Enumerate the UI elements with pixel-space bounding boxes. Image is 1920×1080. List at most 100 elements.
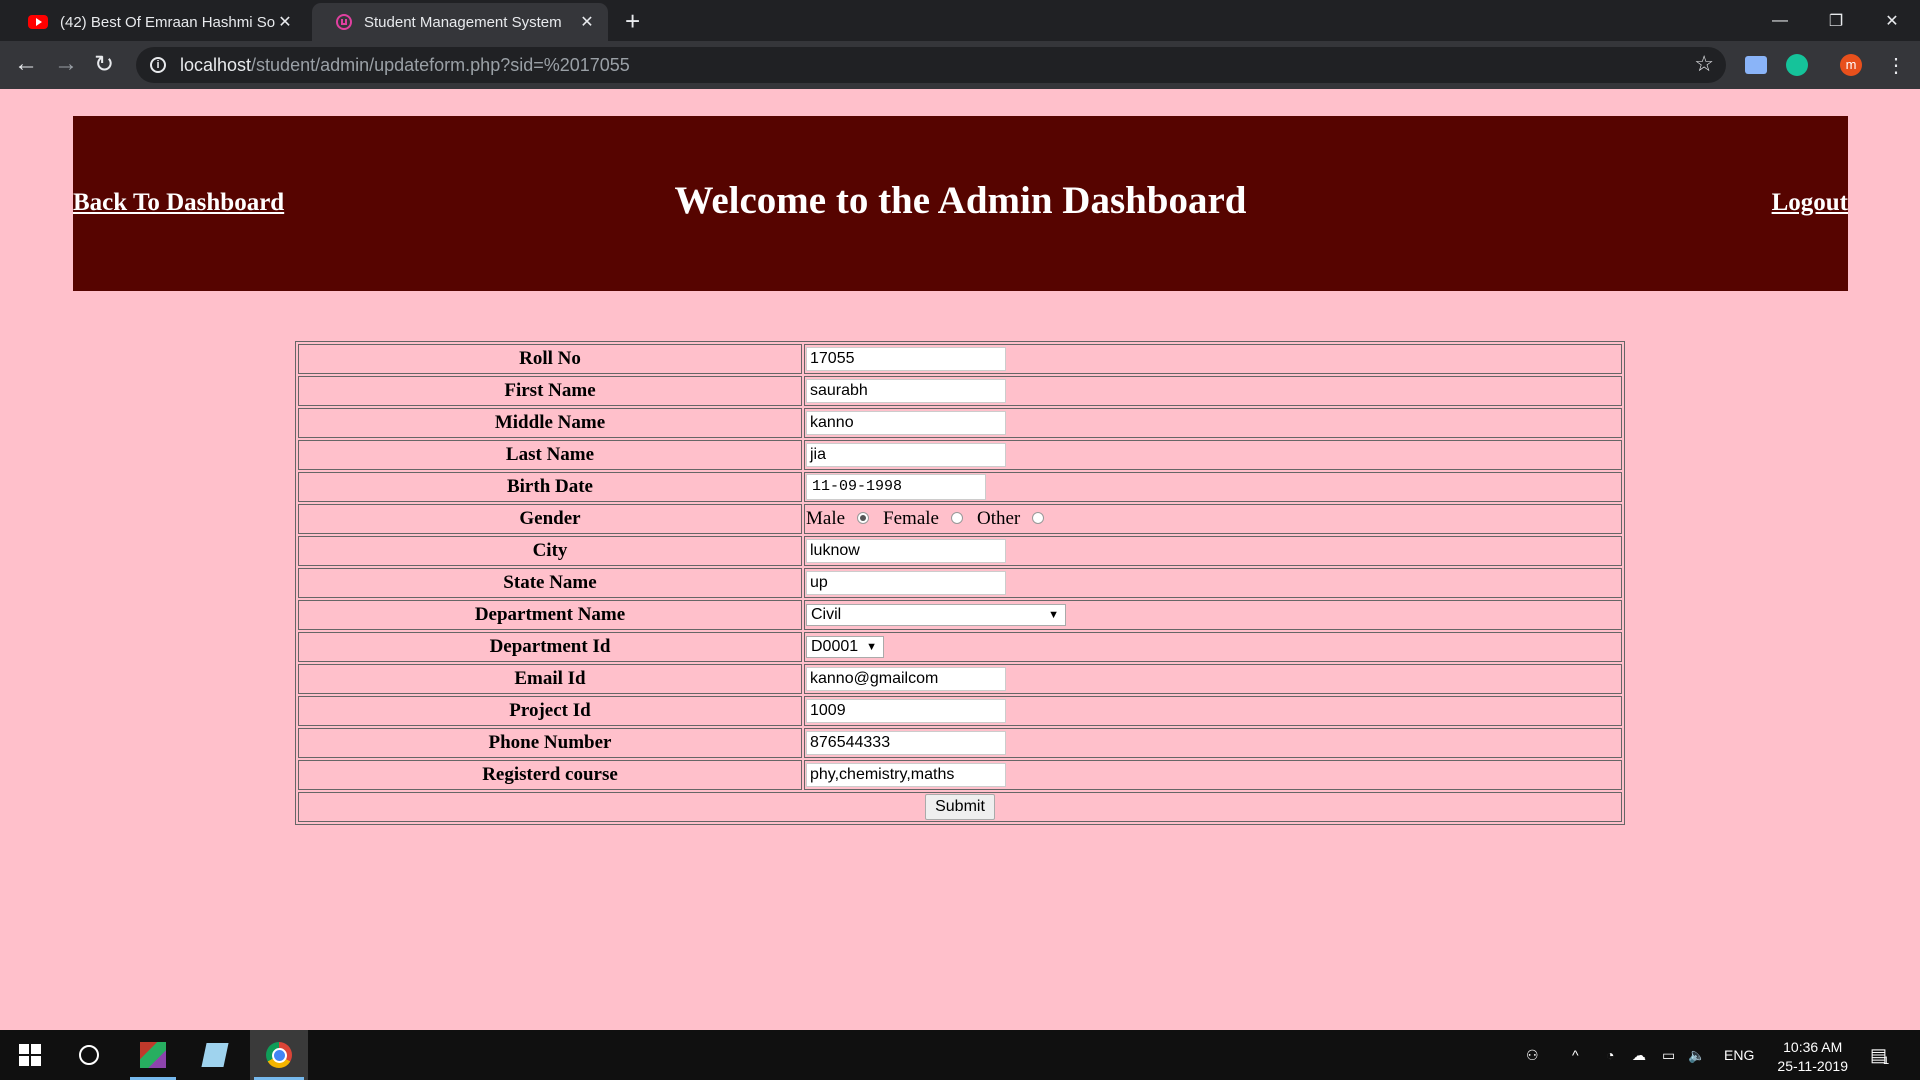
registered-course-label: Registerd course [298, 760, 802, 790]
close-icon[interactable]: ✕ [578, 12, 596, 32]
state-name-label: State Name [298, 568, 802, 598]
sms-favicon-icon [336, 14, 352, 30]
gender-female-radio[interactable] [950, 512, 963, 524]
form-row-roll-no: Roll No 17055 [298, 344, 1622, 374]
email-id-input[interactable]: kanno@gmailcom [806, 667, 1006, 691]
chevron-down-icon: ▼ [1048, 609, 1059, 621]
birth-date-label: Birth Date [298, 472, 802, 502]
network-icon[interactable]: ◔ [1606, 1030, 1614, 1080]
start-button[interactable] [0, 1030, 60, 1080]
taskbar-app-chrome[interactable] [250, 1030, 308, 1080]
roll-no-input[interactable]: 17055 [806, 347, 1006, 371]
chevron-up-icon[interactable]: ^ [1572, 1030, 1579, 1080]
form-row-department-id: Department Id D0001 ▼ [298, 632, 1622, 662]
department-id-select[interactable]: D0001 ▼ [806, 636, 884, 658]
search-icon [79, 1045, 99, 1065]
windows-taskbar: ⚇ ^ ◔ ☁ ▭ 🔈 ENG 10:36 AM 25-11-2019 ▤ 1 [0, 1030, 1920, 1080]
form-row-last-name: Last Name jia [298, 440, 1622, 470]
department-name-select[interactable]: Civil ▼ [806, 604, 1066, 626]
reload-icon[interactable]: ↻ [94, 50, 114, 79]
close-window-icon[interactable]: ✕ [1864, 0, 1920, 41]
tab-title: Student Management System [364, 13, 562, 31]
last-name-label: Last Name [298, 440, 802, 470]
profile-avatar-icon[interactable]: m [1840, 54, 1862, 76]
volume-icon[interactable]: 🔈 [1688, 1030, 1705, 1080]
clock-date: 25-11-2019 [1777, 1058, 1848, 1074]
youtube-icon [28, 15, 48, 29]
form-row-email-id: Email Id kanno@gmailcom [298, 664, 1622, 694]
tab-title: (42) Best Of Emraan Hashmi Songs [60, 13, 276, 31]
project-id-label: Project Id [298, 696, 802, 726]
gender-male-radio[interactable] [857, 512, 870, 524]
phone-number-label: Phone Number [298, 728, 802, 758]
search-button[interactable] [60, 1030, 118, 1080]
notepad-icon [201, 1043, 229, 1067]
form-row-state-name: State Name up [298, 568, 1622, 598]
extension-icon[interactable] [1745, 56, 1767, 74]
gender-label: Gender [298, 504, 802, 534]
taskbar-app-notepad[interactable] [188, 1030, 242, 1080]
registered-course-input[interactable]: phy,chemistry,maths [806, 763, 1006, 787]
restore-icon[interactable]: ❐ [1808, 0, 1864, 41]
phone-number-input[interactable]: 876544333 [806, 731, 1006, 755]
last-name-input[interactable]: jia [806, 443, 1006, 467]
onedrive-icon[interactable]: ☁ [1632, 1030, 1646, 1080]
project-id-input[interactable]: 1009 [806, 699, 1006, 723]
birth-date-input[interactable]: 11-09-1998 [806, 474, 986, 500]
back-arrow-icon[interactable]: ← [14, 50, 38, 78]
notification-center-icon[interactable]: ▤ 1 [1870, 1030, 1889, 1080]
people-icon[interactable]: ⚇ [1526, 1030, 1539, 1080]
form-row-first-name: First Name saurabh [298, 376, 1622, 406]
department-id-value: D0001 [811, 638, 859, 655]
logout-link[interactable]: Logout [1772, 189, 1848, 217]
gender-option-male-label: Male [806, 508, 846, 529]
bookmark-star-icon[interactable]: ☆ [1694, 51, 1714, 77]
submit-button[interactable]: Submit [925, 794, 995, 820]
city-input[interactable]: luknow [806, 539, 1006, 563]
form-row-phone-number: Phone Number 876544333 [298, 728, 1622, 758]
winrar-icon [140, 1042, 166, 1068]
department-id-label: Department Id [298, 632, 802, 662]
gender-option-female-label: Female [883, 508, 939, 529]
first-name-label: First Name [298, 376, 802, 406]
url-host: localhost [180, 54, 252, 75]
first-name-input[interactable]: saurabh [806, 379, 1006, 403]
gender-radio-group: Male Female Other [806, 508, 1620, 530]
new-tab-icon[interactable]: + [625, 6, 640, 37]
form-row-registered-course: Registerd course phy,chemistry,maths [298, 760, 1622, 790]
email-id-label: Email Id [298, 664, 802, 694]
address-bar[interactable]: i localhost/student/admin/updateform.php… [136, 47, 1726, 83]
city-label: City [298, 536, 802, 566]
tab-youtube[interactable]: (42) Best Of Emraan Hashmi Songs ✕ [4, 3, 306, 41]
notification-count: 1 [1883, 1055, 1890, 1067]
language-indicator[interactable]: ENG [1724, 1030, 1754, 1080]
form-row-birth-date: Birth Date 11-09-1998 [298, 472, 1622, 502]
middle-name-input[interactable]: kanno [806, 411, 1006, 435]
form-row-city: City luknow [298, 536, 1622, 566]
grammarly-icon[interactable] [1786, 54, 1808, 76]
department-name-value: Civil [811, 606, 842, 623]
gender-option-other-label: Other [976, 508, 1021, 529]
minimize-icon[interactable]: ― [1752, 0, 1808, 41]
admin-header: Back To Dashboard Welcome to the Admin D… [73, 116, 1848, 291]
middle-name-label: Middle Name [298, 408, 802, 438]
gender-other-radio[interactable] [1032, 512, 1045, 524]
form-row-project-id: Project Id 1009 [298, 696, 1622, 726]
roll-no-label: Roll No [298, 344, 802, 374]
tab-student-management[interactable]: Student Management System ✕ [312, 3, 608, 41]
form-row-submit: Submit [298, 792, 1622, 822]
state-name-input[interactable]: up [806, 571, 1006, 595]
system-clock[interactable]: 10:36 AM 25-11-2019 [1777, 1038, 1848, 1076]
forward-arrow-icon[interactable]: → [54, 50, 78, 78]
department-name-label: Department Name [298, 600, 802, 630]
battery-icon[interactable]: ▭ [1662, 1030, 1675, 1080]
browser-tabstrip: (42) Best Of Emraan Hashmi Songs ✕ Stude… [0, 0, 1920, 41]
info-icon[interactable]: i [150, 57, 166, 73]
chrome-icon [266, 1042, 292, 1068]
close-icon[interactable]: ✕ [276, 12, 294, 32]
menu-dots-icon[interactable]: ⋮ [1886, 53, 1906, 78]
taskbar-app-winrar[interactable] [126, 1030, 180, 1080]
form-row-department-name: Department Name Civil ▼ [298, 600, 1622, 630]
clock-time: 10:36 AM [1783, 1039, 1843, 1055]
page-title: Welcome to the Admin Dashboard [674, 179, 1247, 222]
